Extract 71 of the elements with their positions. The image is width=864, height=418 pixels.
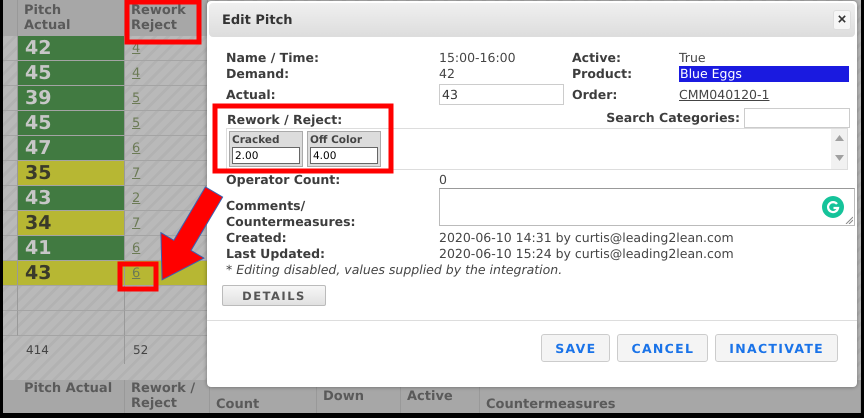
table-cell: 35 xyxy=(18,161,125,186)
grammar-check-icon[interactable] xyxy=(822,196,844,218)
action-button[interactable]: INACTIVATE xyxy=(715,334,838,362)
search-field[interactable] xyxy=(744,108,850,128)
field-value: Blue Eggs xyxy=(679,66,849,82)
category-name: Cracked xyxy=(232,134,281,147)
dialog-title: Edit Pitch xyxy=(222,12,293,28)
order-link[interactable]: CMM040120-1 xyxy=(679,86,770,102)
column-header: Count xyxy=(216,397,260,412)
column-header: Rework Reject xyxy=(131,3,186,33)
table-cell xyxy=(3,286,18,311)
field-label: Operator Count: xyxy=(226,172,342,188)
total-value: 414 xyxy=(26,343,49,357)
input-field[interactable]: 4.00 xyxy=(310,147,378,164)
highlight-box xyxy=(118,262,158,292)
field-value: 2020-06-10 14:31 by curtis@leading2lean.com xyxy=(439,230,735,246)
total-value: 52 xyxy=(133,343,148,357)
field-label: Demand: xyxy=(226,66,290,82)
field-value: True xyxy=(679,50,706,66)
table-cell: 45 xyxy=(18,61,125,86)
field-value: 42 xyxy=(439,66,455,82)
field-label: Product: xyxy=(572,66,634,82)
table-cell: 39 xyxy=(18,86,125,111)
table-cell: 34 xyxy=(18,211,125,236)
field-value: 0 xyxy=(439,172,448,188)
column-header: Countermeasures xyxy=(486,397,617,412)
section-label: Rework / Reject: xyxy=(227,112,342,128)
table-cell: 47 xyxy=(18,136,125,161)
table-link[interactable]: 6 xyxy=(132,240,140,256)
action-button[interactable]: SAVE xyxy=(541,334,610,362)
table-cell: 45 xyxy=(18,111,125,136)
comments-field[interactable] xyxy=(439,188,855,226)
table-cell: 42 xyxy=(18,36,125,61)
scroll-up-icon[interactable] xyxy=(834,135,844,141)
column-header: Down xyxy=(323,389,365,404)
table-link[interactable]: 6 xyxy=(132,266,140,280)
details-button[interactable]: DETAILS xyxy=(222,285,326,306)
field-label: Active: xyxy=(572,50,622,66)
field-label: Search Categories: xyxy=(606,110,740,126)
field-label: Comments/ Countermeasures: xyxy=(226,198,357,230)
field-label: Name / Time: xyxy=(226,50,320,66)
table-link[interactable]: 6 xyxy=(132,140,140,156)
input-field[interactable]: 43 xyxy=(439,84,564,105)
close-button[interactable]: × xyxy=(833,10,851,30)
field-label: Actual: xyxy=(226,86,277,102)
scroll-down-icon[interactable] xyxy=(834,155,844,161)
table-link[interactable]: 7 xyxy=(132,166,140,180)
table-cell: 43 xyxy=(18,261,125,286)
table-cell: 43 xyxy=(18,186,125,211)
column-header: Rework / Reject xyxy=(131,381,196,411)
scrollbar[interactable] xyxy=(831,129,847,169)
table-link[interactable]: 5 xyxy=(132,90,140,106)
field-label: Last Updated: xyxy=(226,246,326,262)
table-cell: 41 xyxy=(18,236,125,261)
input-field[interactable]: 2.00 xyxy=(232,147,300,164)
field-label: Order: xyxy=(572,86,618,102)
column-header: Pitch Actual xyxy=(24,381,114,396)
table-link[interactable]: 4 xyxy=(132,66,140,80)
table-link[interactable]: 5 xyxy=(132,116,140,130)
category-name: Off Color xyxy=(310,134,363,147)
field-value: 15:00-16:00 xyxy=(439,50,516,66)
table-cell xyxy=(3,311,18,336)
field-value: 2020-06-10 15:24 by curtis@leading2lean.com xyxy=(439,246,735,262)
table-link[interactable]: 2 xyxy=(132,190,140,206)
column-header: Active xyxy=(407,389,454,404)
field-label: Created: xyxy=(226,230,288,246)
action-button[interactable]: CANCEL xyxy=(617,334,708,362)
note-text: * Editing disabled, values supplied by the integration. xyxy=(226,262,564,278)
column-header: Pitch Actual xyxy=(24,3,70,33)
resize-grip-icon[interactable] xyxy=(845,216,853,224)
table-link[interactable]: 7 xyxy=(132,216,140,230)
